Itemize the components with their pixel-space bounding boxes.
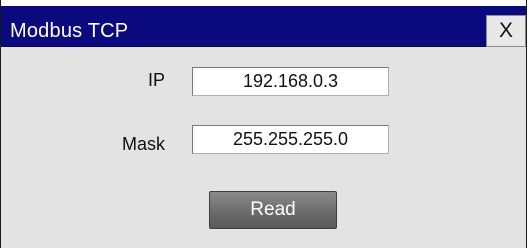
close-button[interactable]: X [486,15,526,47]
modbus-tcp-dialog: Modbus TCP X IP Mask Read [0,0,527,248]
dialog-title: Modbus TCP [10,20,129,42]
title-bar: Modbus TCP X [1,0,526,47]
title-bar-top-strip [1,0,526,6]
mask-label: Mask [121,134,165,154]
ip-label: IP [147,70,165,90]
mask-input[interactable] [192,125,389,154]
ip-input[interactable] [192,67,389,96]
read-button[interactable]: Read [209,191,337,229]
